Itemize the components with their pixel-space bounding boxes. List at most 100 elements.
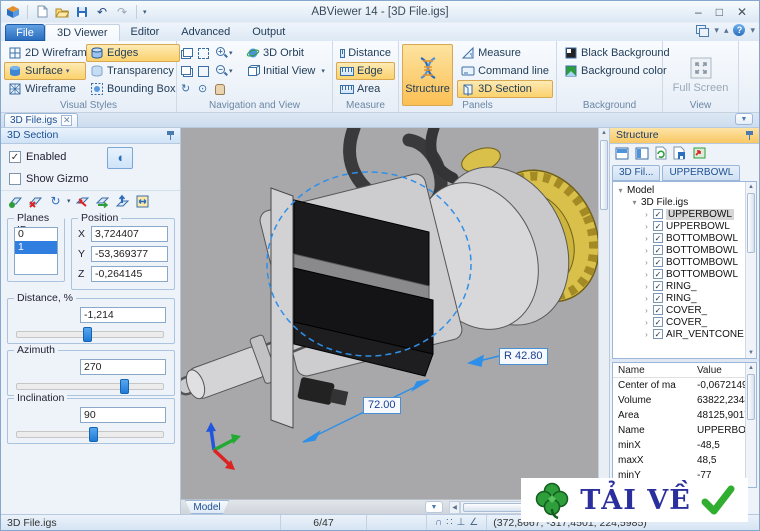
column-name[interactable]: Name xyxy=(613,365,697,376)
tree-collapse-icon[interactable]: ▾ xyxy=(631,198,638,207)
black-background-button[interactable]: Black Background xyxy=(560,44,659,62)
rotate-dropdown-icon[interactable]: ▾ xyxy=(67,197,71,205)
tree-expander-icon[interactable]: › xyxy=(643,210,650,219)
tree-item-row[interactable]: ›✓COVER_ xyxy=(617,304,756,316)
delete-plane-icon[interactable] xyxy=(27,193,44,209)
scroll-thumb[interactable] xyxy=(600,140,608,210)
scroll-up-icon[interactable]: ▲ xyxy=(746,182,756,192)
tree-item-row[interactable]: ›✓UPPERBOWL xyxy=(617,220,756,232)
tree-item-label[interactable]: RING_ xyxy=(666,281,697,292)
measure-panel-button[interactable]: Measure xyxy=(457,44,553,62)
tree-item-row[interactable]: ›✓RING_ xyxy=(617,280,756,292)
minimize-button[interactable]: – xyxy=(695,5,702,19)
tree-file-label[interactable]: 3D File.igs xyxy=(641,197,688,208)
distance-slider-thumb[interactable] xyxy=(83,327,92,342)
command-collapse-chevron[interactable]: ▼ xyxy=(425,501,443,513)
tree-item-checkbox[interactable]: ✓ xyxy=(653,257,663,267)
command-line-button[interactable]: Command line xyxy=(457,62,553,80)
pin-icon[interactable] xyxy=(166,131,175,140)
tree-item-label[interactable]: COVER_ xyxy=(666,305,707,316)
structure-panel-header[interactable]: Structure xyxy=(610,128,759,144)
draw-style-icon[interactable]: ∠ xyxy=(467,517,480,528)
distance-slider[interactable] xyxy=(16,331,164,338)
tree-expander-icon[interactable]: › xyxy=(643,294,650,303)
layout-vertical-icon[interactable] xyxy=(635,147,649,163)
distance-input[interactable]: -1,214 xyxy=(80,307,166,323)
tree-expander-icon[interactable]: › xyxy=(643,330,650,339)
new-file-icon[interactable] xyxy=(34,4,50,20)
property-row[interactable]: Volume63822,23489... xyxy=(613,393,756,408)
tree-expander-icon[interactable]: › xyxy=(643,246,650,255)
save-structure-icon[interactable] xyxy=(673,146,686,163)
background-color-button[interactable]: Background color xyxy=(560,62,659,80)
zoom-in-button[interactable]: +▾ xyxy=(214,44,240,62)
tab-editor[interactable]: Editor xyxy=(120,24,171,41)
show-gizmo-checkbox[interactable] xyxy=(9,173,21,185)
3d-viewport[interactable]: 72.00 R 42.80 ▲ Model ▼ ◀ xyxy=(181,128,609,514)
pin-icon[interactable] xyxy=(745,131,754,140)
tree-item-label[interactable]: UPPERBOWL xyxy=(666,209,734,220)
undo-icon[interactable]: ↶ xyxy=(94,4,110,20)
area-button[interactable]: Area xyxy=(336,80,395,98)
views-dropdown-icon[interactable]: ▾ xyxy=(321,67,325,75)
tree-item-checkbox[interactable]: ✓ xyxy=(653,221,663,231)
scroll-thumb[interactable] xyxy=(747,193,755,253)
tree-expander-icon[interactable]: › xyxy=(643,282,650,291)
align-y-icon[interactable] xyxy=(94,193,111,209)
tree-expander-icon[interactable]: › xyxy=(643,306,650,315)
tree-item-label[interactable]: RING_ xyxy=(666,293,697,304)
position-x-input[interactable]: 3,724407 xyxy=(91,226,168,242)
ortho-icon[interactable]: ⊥ xyxy=(455,517,468,528)
tree-item-row[interactable]: ›✓BOTTOMBOWL xyxy=(617,268,756,280)
zoom-extents-icon[interactable] xyxy=(198,66,209,77)
structure-tree[interactable]: ▾Model ▾3D File.igs ›✓UPPERBOWL›✓UPPERBO… xyxy=(612,181,757,359)
ribbon-collapse-icon[interactable]: ▴ xyxy=(724,25,729,36)
tree-item-checkbox[interactable]: ✓ xyxy=(653,233,663,243)
scroll-up-icon[interactable]: ▲ xyxy=(746,363,756,373)
close-button[interactable]: ✕ xyxy=(737,5,747,19)
qat-customize-icon[interactable]: ▾ xyxy=(143,8,147,16)
tree-item-checkbox[interactable]: ✓ xyxy=(653,209,663,219)
property-row[interactable]: maxX48,5 xyxy=(613,453,756,468)
rotate-3d-icon[interactable]: ↻ xyxy=(181,84,190,95)
property-row[interactable]: Area48125,90179... xyxy=(613,408,756,423)
properties-scrollbar[interactable]: ▲ xyxy=(745,363,756,487)
model-layout-tab[interactable]: Model xyxy=(185,500,229,514)
tree-item-checkbox[interactable]: ✓ xyxy=(653,245,663,255)
planes-list-item[interactable]: 1 xyxy=(15,241,57,254)
tree-item-row[interactable]: ›✓BOTTOMBOWL xyxy=(617,256,756,268)
tree-item-row[interactable]: ›✓BOTTOMBOWL xyxy=(617,244,756,256)
azimuth-slider-thumb[interactable] xyxy=(120,379,129,394)
position-y-input[interactable]: -53,369377 xyxy=(91,246,168,262)
tree-item-row[interactable]: ›✓BOTTOMBOWL xyxy=(617,232,756,244)
tree-item-row[interactable]: ›✓COVER_ xyxy=(617,316,756,328)
structure-tab-upperbowl[interactable]: UPPERBOWL xyxy=(662,165,740,181)
tree-expander-icon[interactable]: › xyxy=(643,234,650,243)
window-tile-icon[interactable] xyxy=(181,66,193,77)
orbit-views-icon[interactable] xyxy=(181,48,193,59)
redo-icon[interactable]: ↷ xyxy=(114,4,130,20)
tree-item-row[interactable]: ›✓RING_ xyxy=(617,292,756,304)
tree-scrollbar[interactable]: ▲ ▼ xyxy=(745,182,756,358)
tree-item-row[interactable]: ›✓UPPERBOWL xyxy=(617,208,756,220)
document-tab[interactable]: 3D File.igs ✕ xyxy=(4,113,78,127)
tree-item-checkbox[interactable]: ✓ xyxy=(653,293,663,303)
tab-3d-viewer[interactable]: 3D Viewer xyxy=(45,24,120,41)
full-screen-button[interactable]: Full Screen xyxy=(672,44,730,106)
tab-file[interactable]: File xyxy=(5,24,45,41)
3d-section-panel-header[interactable]: 3D Section xyxy=(1,128,180,144)
tree-expander-icon[interactable]: › xyxy=(643,270,650,279)
property-row[interactable]: minX-48,5 xyxy=(613,438,756,453)
align-z-icon[interactable] xyxy=(114,193,131,209)
tab-advanced[interactable]: Advanced xyxy=(170,24,241,41)
azimuth-input[interactable]: 270 xyxy=(80,359,166,375)
tree-item-checkbox[interactable]: ✓ xyxy=(653,305,663,315)
3d-orbit-button[interactable]: 3D Orbit xyxy=(242,44,319,62)
layout-horizontal-icon[interactable] xyxy=(615,147,629,163)
fit-section-icon[interactable] xyxy=(134,193,151,209)
export-structure-icon[interactable] xyxy=(692,146,707,163)
scroll-down-icon[interactable]: ▼ xyxy=(746,348,756,358)
azimuth-slider[interactable] xyxy=(16,383,164,390)
bounding-box-button[interactable]: Bounding Box xyxy=(86,80,180,98)
surface-dropdown-icon[interactable]: ▾ xyxy=(66,67,70,75)
